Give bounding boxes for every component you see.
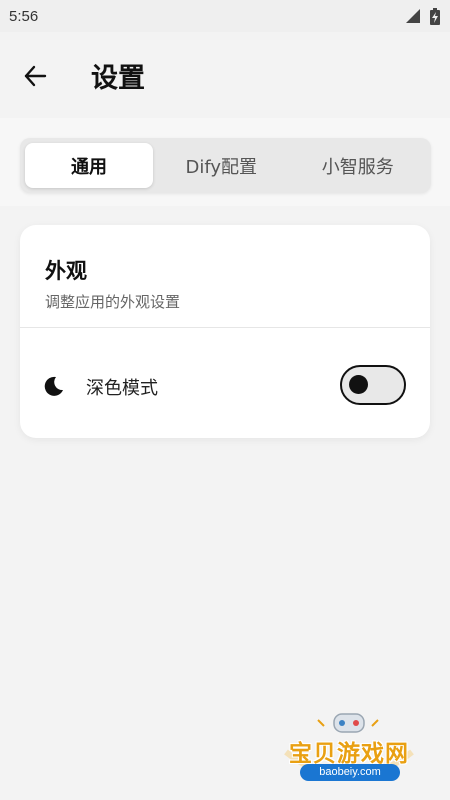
dark-mode-row[interactable]: 深色模式 [20, 328, 430, 438]
tab-xiaozhi-service[interactable]: 小智服务 [290, 143, 427, 188]
watermark-text: 宝贝游戏网 [289, 741, 409, 767]
moon-icon [44, 376, 63, 396]
tabs-section: 通用 Dify配置 小智服务 [0, 118, 450, 206]
app-bar: 设置 [0, 32, 450, 118]
status-bar: 5:56 [0, 0, 450, 32]
tab-general[interactable]: 通用 [25, 143, 153, 188]
toggle-knob [349, 375, 368, 394]
back-button[interactable] [18, 59, 52, 93]
status-icons [406, 7, 440, 25]
status-time: 5:56 [9, 7, 39, 25]
card-subtitle: 调整应用的外观设置 [45, 293, 181, 311]
dark-mode-toggle[interactable] [340, 365, 406, 405]
tab-dify-config[interactable]: Dify配置 [153, 143, 290, 188]
card-title: 外观 [45, 259, 87, 283]
dark-mode-label: 深色模式 [86, 378, 158, 399]
page-title: 设置 [91, 63, 145, 94]
watermark-url: baobeiy.com [300, 764, 400, 781]
appearance-card: 外观 调整应用的外观设置 深色模式 [20, 225, 430, 438]
arrow-left-icon [24, 65, 47, 87]
battery-icon [430, 7, 440, 25]
signal-icon [406, 9, 420, 23]
watermark: 宝贝游戏网 baobeiy.com [278, 712, 420, 788]
tab-bar: 通用 Dify配置 小智服务 [20, 138, 431, 193]
